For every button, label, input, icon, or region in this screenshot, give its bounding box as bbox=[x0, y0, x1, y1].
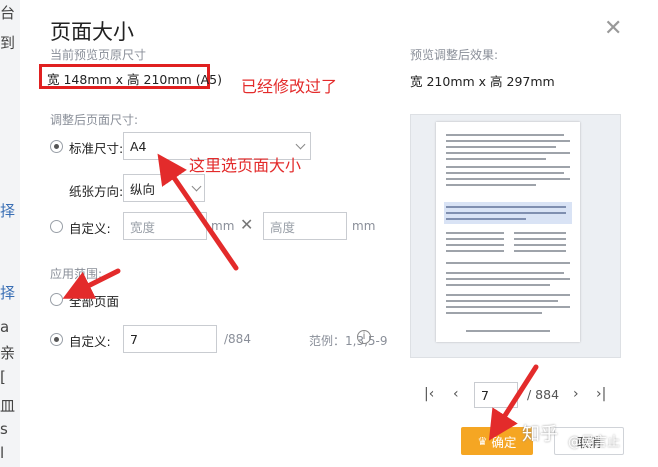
annotation-arrows bbox=[62, 153, 539, 441]
arrow-to-all-pages bbox=[62, 268, 121, 299]
arrow-to-ok-button bbox=[488, 364, 539, 441]
zhihu-watermark-user: @吴言止 bbox=[568, 435, 621, 450]
zhihu-watermark-logo: 知乎 bbox=[522, 424, 558, 445]
arrow-to-standard-size bbox=[157, 153, 239, 271]
